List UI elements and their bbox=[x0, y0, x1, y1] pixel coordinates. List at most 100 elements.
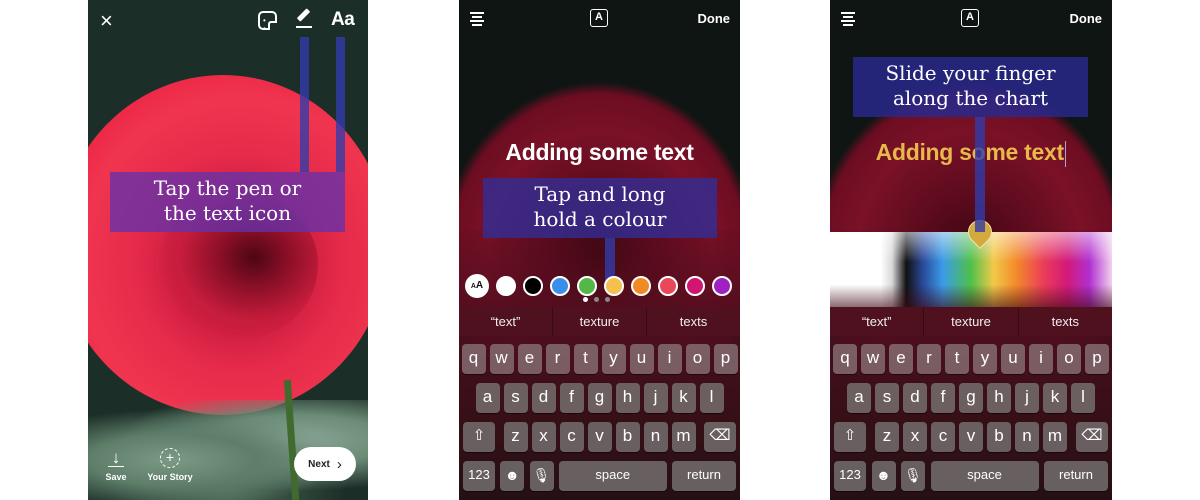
key-j[interactable]: j bbox=[1015, 383, 1039, 413]
key-r[interactable]: r bbox=[917, 344, 941, 374]
sticker-icon[interactable]: • • bbox=[258, 11, 277, 33]
pen-icon[interactable] bbox=[296, 8, 312, 28]
suggestion[interactable]: texture bbox=[553, 307, 647, 336]
text-style-icon[interactable]: A bbox=[961, 9, 979, 27]
key-p[interactable]: p bbox=[713, 344, 738, 374]
color-swatch-red[interactable] bbox=[658, 276, 678, 296]
text-align-icon[interactable] bbox=[470, 12, 484, 28]
page-dot[interactable] bbox=[594, 297, 599, 302]
done-button[interactable]: Done bbox=[1070, 11, 1103, 26]
color-swatch-black[interactable] bbox=[523, 276, 543, 296]
key-w[interactable]: w bbox=[489, 344, 514, 374]
key-q[interactable]: q bbox=[461, 344, 486, 374]
key-m[interactable]: m bbox=[1043, 422, 1067, 452]
delete-key-icon[interactable]: ⌫ bbox=[704, 422, 736, 452]
key-m[interactable]: m bbox=[671, 422, 696, 452]
suggestion[interactable]: texts bbox=[647, 307, 740, 336]
numbers-key[interactable]: 123 bbox=[463, 461, 495, 491]
key-x[interactable]: x bbox=[903, 422, 927, 452]
shift-key-icon[interactable]: ⇧ bbox=[834, 422, 866, 452]
key-r[interactable]: r bbox=[545, 344, 570, 374]
key-n[interactable]: n bbox=[643, 422, 668, 452]
numbers-key[interactable]: 123 bbox=[834, 461, 866, 491]
key-b[interactable]: b bbox=[987, 422, 1011, 452]
page-dot[interactable] bbox=[605, 297, 610, 302]
key-l[interactable]: l bbox=[699, 383, 724, 413]
story-text[interactable]: Adding some text bbox=[830, 139, 1112, 167]
emoji-key-icon[interactable]: ☻ bbox=[500, 461, 525, 491]
color-swatch-orange[interactable] bbox=[631, 276, 651, 296]
key-o[interactable]: o bbox=[685, 344, 710, 374]
color-swatch-purple[interactable] bbox=[712, 276, 732, 296]
return-key[interactable]: return bbox=[672, 461, 736, 491]
key-g[interactable]: g bbox=[959, 383, 983, 413]
your-story-button[interactable]: + Your Story bbox=[145, 448, 195, 482]
key-i[interactable]: i bbox=[1029, 344, 1053, 374]
suggestion[interactable]: “text” bbox=[830, 307, 925, 336]
key-v[interactable]: v bbox=[587, 422, 612, 452]
delete-key-icon[interactable]: ⌫ bbox=[1076, 422, 1108, 452]
key-k[interactable]: k bbox=[1043, 383, 1067, 413]
key-o[interactable]: o bbox=[1057, 344, 1081, 374]
text-icon[interactable]: Aa bbox=[331, 9, 355, 31]
shift-key-icon[interactable]: ⇧ bbox=[463, 422, 495, 452]
space-key[interactable]: space bbox=[558, 461, 667, 491]
color-swatch-blue[interactable] bbox=[550, 276, 570, 296]
next-button[interactable]: Next › bbox=[294, 447, 356, 481]
key-a[interactable]: a bbox=[847, 383, 871, 413]
key-k[interactable]: k bbox=[671, 383, 696, 413]
space-key[interactable]: space bbox=[930, 461, 1039, 491]
suggestion[interactable]: texture bbox=[924, 307, 1019, 336]
story-text[interactable]: Adding some text bbox=[459, 139, 740, 166]
key-t[interactable]: t bbox=[945, 344, 969, 374]
key-n[interactable]: n bbox=[1015, 422, 1039, 452]
key-q[interactable]: q bbox=[833, 344, 857, 374]
key-h[interactable]: h bbox=[615, 383, 640, 413]
key-f[interactable]: f bbox=[559, 383, 584, 413]
key-c[interactable]: c bbox=[559, 422, 584, 452]
text-align-icon[interactable] bbox=[841, 12, 855, 28]
key-y[interactable]: y bbox=[601, 344, 626, 374]
color-swatch-magenta[interactable] bbox=[685, 276, 705, 296]
key-s[interactable]: s bbox=[875, 383, 899, 413]
key-b[interactable]: b bbox=[615, 422, 640, 452]
close-icon[interactable]: × bbox=[100, 8, 113, 34]
key-u[interactable]: u bbox=[629, 344, 654, 374]
key-y[interactable]: y bbox=[973, 344, 997, 374]
color-swatch-yellow[interactable] bbox=[604, 276, 624, 296]
key-d[interactable]: d bbox=[903, 383, 927, 413]
suggestion[interactable]: “text” bbox=[459, 307, 553, 336]
key-x[interactable]: x bbox=[531, 422, 556, 452]
microphone-key-icon[interactable]: 🎙 bbox=[901, 461, 925, 491]
key-z[interactable]: z bbox=[503, 422, 528, 452]
key-l[interactable]: l bbox=[1071, 383, 1095, 413]
key-a[interactable]: a bbox=[475, 383, 500, 413]
key-z[interactable]: z bbox=[875, 422, 899, 452]
key-w[interactable]: w bbox=[861, 344, 885, 374]
key-h[interactable]: h bbox=[987, 383, 1011, 413]
key-e[interactable]: e bbox=[517, 344, 542, 374]
key-i[interactable]: i bbox=[657, 344, 682, 374]
key-f[interactable]: f bbox=[931, 383, 955, 413]
return-key[interactable]: return bbox=[1044, 461, 1108, 491]
page-dot[interactable] bbox=[583, 297, 588, 302]
suggestion[interactable]: texts bbox=[1019, 307, 1112, 336]
key-t[interactable]: t bbox=[573, 344, 598, 374]
done-button[interactable]: Done bbox=[698, 11, 731, 26]
text-style-icon[interactable]: A bbox=[590, 9, 608, 27]
microphone-key-icon[interactable]: 🎙 bbox=[529, 461, 554, 491]
color-gradient-picker[interactable] bbox=[830, 232, 1112, 307]
text-size-toggle[interactable]: AA bbox=[465, 274, 489, 298]
save-button[interactable]: ↓ Save bbox=[103, 449, 129, 482]
key-s[interactable]: s bbox=[503, 383, 528, 413]
key-g[interactable]: g bbox=[587, 383, 612, 413]
key-p[interactable]: p bbox=[1085, 344, 1109, 374]
key-c[interactable]: c bbox=[931, 422, 955, 452]
key-e[interactable]: e bbox=[889, 344, 913, 374]
key-j[interactable]: j bbox=[643, 383, 668, 413]
palette-page-dots[interactable] bbox=[583, 297, 610, 302]
key-v[interactable]: v bbox=[959, 422, 983, 452]
color-swatch-white[interactable] bbox=[496, 276, 516, 296]
color-swatch-green[interactable] bbox=[577, 276, 597, 296]
emoji-key-icon[interactable]: ☻ bbox=[871, 461, 896, 491]
